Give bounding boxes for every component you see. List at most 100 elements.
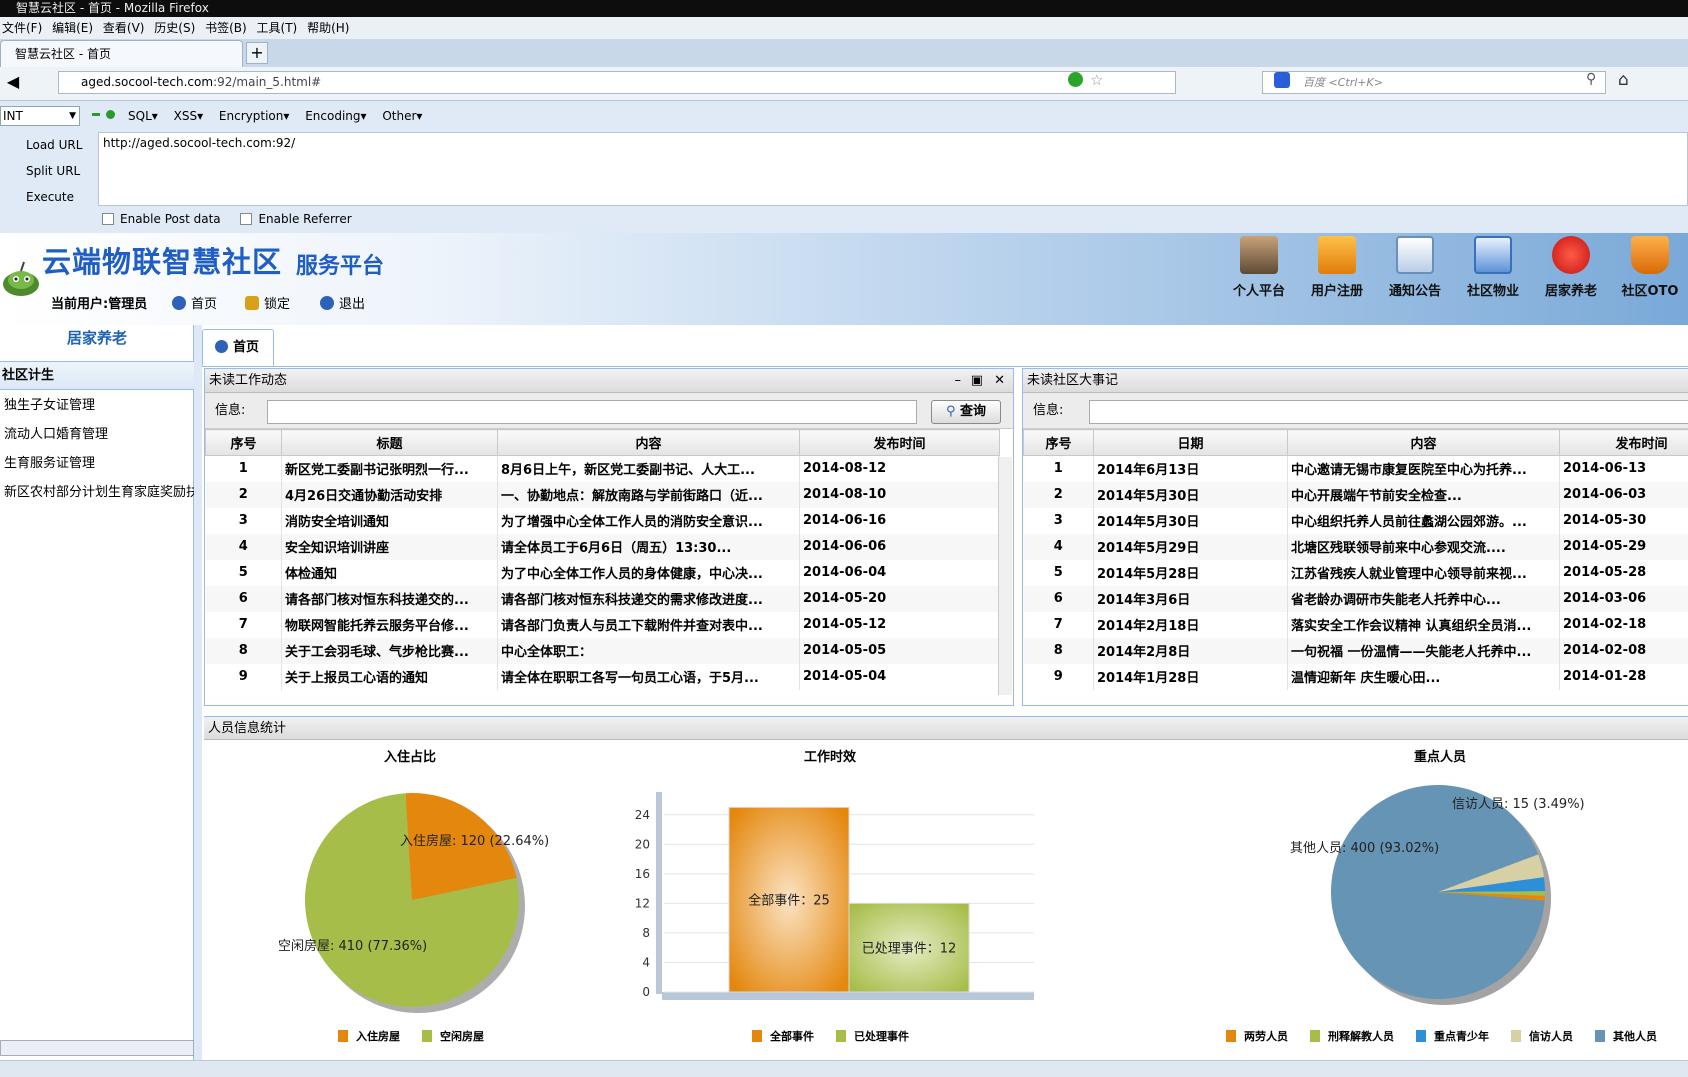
menu-view[interactable]: 查看(V): [103, 21, 145, 35]
magnifier-icon[interactable]: ⚲: [1586, 71, 1596, 87]
xss-menu[interactable]: XSS▾: [174, 109, 203, 123]
legend-item[interactable]: 信访人员: [1511, 1028, 1573, 1044]
table-row[interactable]: 4 安全知识培训讲座 请全体员工于6月6日（周五）13:30... 2014-06-0…: [205, 533, 1000, 560]
table-row[interactable]: 4 2014年5月29日 北塘区残联领导前来中心参观交流.... 2014-05-29: [1023, 533, 1688, 560]
nav-property[interactable]: 社区物业: [1462, 236, 1524, 299]
decrease-icon[interactable]: [92, 113, 100, 116]
work-search-button[interactable]: ⚲ 查询: [931, 400, 1001, 424]
load-url-button[interactable]: Load URL: [0, 132, 98, 158]
logout-link[interactable]: 退出: [320, 293, 365, 312]
new-tab-button[interactable]: +: [246, 42, 268, 64]
nav-eldercare[interactable]: 居家养老: [1540, 236, 1602, 299]
sidebar-item-floating-population[interactable]: 流动人口婚育管理: [4, 420, 194, 449]
table-row[interactable]: 7 2014年2月18日 落实安全工作会议精神 认真组织全员消... 2014-02-…: [1023, 611, 1688, 638]
menu-edit[interactable]: 编辑(E): [52, 21, 93, 35]
table-row[interactable]: 2 2014年5月30日 中心开展端午节前安全检查... 2014-06-03: [1023, 481, 1688, 508]
table-row[interactable]: 3 2014年5月30日 中心组织托养人员前往蠡湖公园郊游。... 2014-05-3…: [1023, 507, 1688, 534]
legend-item[interactable]: 其他人员: [1595, 1028, 1657, 1044]
y-tick-label: 16: [635, 867, 650, 881]
table-row[interactable]: 1 新区党工委副书记张明烈一行... 8月6日上午，新区党工委副书记、人大工... 2…: [205, 455, 1000, 482]
col-content[interactable]: 内容: [497, 429, 800, 456]
table-row[interactable]: 8 2014年2月8日 一句祝福 一份温情——失能老人托养中... 2014-02-0…: [1023, 637, 1688, 664]
search-input[interactable]: 百度 <Ctrl+K>: [1262, 71, 1606, 94]
col-title[interactable]: 标题: [281, 429, 498, 456]
sql-menu[interactable]: SQL▾: [128, 109, 158, 123]
nav-personal[interactable]: 个人平台: [1228, 236, 1290, 299]
table-row[interactable]: 6 请各部门核对恒东科技递交的... 请各部门核对恒东科技递交的需求修改进度... 2…: [205, 585, 1000, 612]
encoding-menu[interactable]: Encoding▾: [305, 109, 366, 123]
maximize-icon[interactable]: ▣: [971, 369, 983, 393]
menu-help[interactable]: 帮助(H): [307, 21, 349, 35]
work-search-input[interactable]: [267, 400, 917, 424]
post-checkbox-box[interactable]: [102, 213, 114, 225]
table-row[interactable]: 3 消防安全培训通知 为了增强中心全体工作人员的消防安全意识... 2014-06-1…: [205, 507, 1000, 534]
minimize-icon[interactable]: –: [955, 369, 962, 393]
lock-link[interactable]: 锁定: [245, 293, 290, 312]
nav-oto[interactable]: 社区OTO: [1619, 236, 1681, 299]
table-row[interactable]: 5 体检通知 为了中心全体工作人员的身体健康，中心决... 2014-06-04: [205, 559, 1000, 586]
col-publish-date[interactable]: 发布时间: [1559, 429, 1688, 456]
col-date[interactable]: 发布时间: [799, 429, 1000, 456]
legend-item[interactable]: 刑释解教人员: [1310, 1028, 1394, 1044]
home-link[interactable]: 首页: [172, 293, 217, 312]
col-index[interactable]: 序号: [205, 429, 282, 456]
legend-item[interactable]: 重点青少年: [1416, 1028, 1489, 1044]
encryption-menu[interactable]: Encryption▾: [219, 109, 289, 123]
table-row[interactable]: 7 物联网智能托养云服务平台修... 请各部门负责人与员工下载附件并查对表中... 2…: [205, 611, 1000, 638]
address-bar[interactable]: aged.socool-tech.com:92/main_5.html#: [58, 71, 1176, 94]
close-icon[interactable]: ✕: [994, 369, 1005, 393]
int-select[interactable]: INT ▼: [0, 106, 80, 126]
split-url-button[interactable]: Split URL: [0, 158, 98, 184]
table-row[interactable]: 9 关于上报员工心语的通知 请全体在职职工各写一句员工心语，于5月... 2014-0…: [205, 663, 1000, 690]
table-row[interactable]: 2 4月26日交通协勤活动安排 一、协勤地点：解放南路与学前街路口（近... 2014…: [205, 481, 1000, 508]
home-icon[interactable]: ⌂: [1618, 70, 1629, 90]
table-cell: 请各部门核对恒东科技递交的需求修改进度...: [497, 585, 800, 612]
legend-swatch: [836, 1030, 846, 1042]
table-row[interactable]: 5 2014年5月28日 江苏省残疾人就业管理中心领导前来视... 2014-05-2…: [1023, 559, 1688, 586]
enable-referrer-checkbox[interactable]: Enable Referrer: [240, 212, 352, 226]
menu-bookmarks[interactable]: 书签(B): [205, 21, 247, 35]
back-arrow-icon[interactable]: ◀: [2, 71, 24, 93]
main-tab-strip: [202, 325, 1688, 367]
increase-icon[interactable]: [106, 110, 115, 119]
col-content[interactable]: 内容: [1287, 429, 1560, 456]
table-cell: 关于上报员工心语的通知: [281, 663, 498, 690]
nav-notice[interactable]: 通知公告: [1384, 236, 1446, 299]
legend-item[interactable]: 已处理事件: [836, 1028, 909, 1044]
work-search-button-label: 查询: [960, 404, 987, 419]
sidebar-section-family-planning[interactable]: 社区计生: [0, 361, 194, 390]
table-cell: 消防安全培训通知: [281, 507, 498, 534]
nav-personal-label: 个人平台: [1232, 284, 1285, 299]
hackbar-url-field[interactable]: http://aged.socool-tech.com:92/: [98, 132, 1688, 206]
nav-register[interactable]: 用户注册: [1306, 236, 1368, 299]
col-date[interactable]: 日期: [1093, 429, 1288, 456]
legend-item[interactable]: 入住房屋: [338, 1028, 400, 1044]
legend-item[interactable]: 全部事件: [752, 1028, 814, 1044]
referrer-checkbox-box[interactable]: [240, 213, 253, 225]
layout-splitter[interactable]: [194, 325, 202, 1060]
menu-file[interactable]: 文件(F): [2, 21, 42, 35]
other-menu[interactable]: Other▾: [382, 109, 422, 123]
sidebar-item-only-child-cert[interactable]: 独生子女证管理: [4, 391, 194, 420]
events-search-input[interactable]: [1089, 400, 1688, 424]
browser-tab[interactable]: 智慧云社区 - 首页: [0, 40, 243, 67]
menu-tools[interactable]: 工具(T): [257, 21, 298, 35]
star-icon[interactable]: ☆: [1090, 71, 1103, 89]
table-row[interactable]: 6 2014年3月6日 省老龄办调研市失能老人托养中心... 2014-03-06: [1023, 585, 1688, 612]
table-cell: 2014-06-13: [1559, 455, 1688, 482]
table-row[interactable]: 8 关于工会羽毛球、气步枪比赛... 中心全体职工： 2014-05-05: [205, 637, 1000, 664]
legend-item[interactable]: 空闲房屋: [422, 1028, 484, 1044]
work-table-scrollbar[interactable]: [998, 457, 1012, 695]
enable-post-checkbox[interactable]: Enable Post data: [102, 212, 221, 226]
table-row[interactable]: 1 2014年6月13日 中心邀请无锡市康复医院至中心为托养... 2014-06-1…: [1023, 455, 1688, 482]
legend-label: 入住房屋: [356, 1030, 400, 1043]
legend-item[interactable]: 两劳人员: [1226, 1028, 1288, 1044]
tab-home[interactable]: 首页: [202, 329, 274, 366]
sidebar-item-birth-service-cert[interactable]: 生育服务证管理: [4, 449, 194, 478]
menu-history[interactable]: 历史(S): [154, 21, 195, 35]
table-row[interactable]: 9 2014年1月28日 温情迎新年 庆生暖心田... 2014-01-28: [1023, 663, 1688, 690]
col-index[interactable]: 序号: [1023, 429, 1094, 456]
sidebar-item-rural-family-reward[interactable]: 新区农村部分计划生育家庭奖励扶: [4, 478, 194, 507]
sidebar-horizontal-scrollbar[interactable]: [0, 1040, 194, 1056]
go-arrow-icon[interactable]: [1068, 72, 1083, 87]
